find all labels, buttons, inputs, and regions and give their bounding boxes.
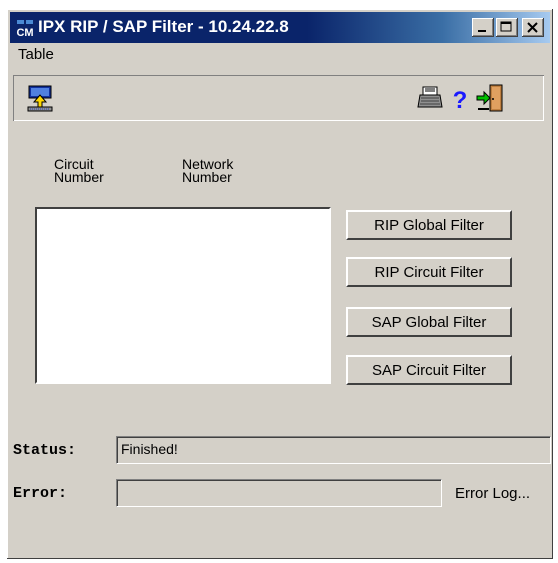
error-label: Error: [13, 485, 68, 502]
toolbar: ? [13, 75, 544, 121]
upload-button[interactable] [25, 83, 55, 113]
filter-list[interactable] [35, 207, 331, 384]
close-button[interactable] [522, 18, 544, 37]
exit-button[interactable] [475, 83, 505, 113]
svg-text:?: ? [453, 87, 468, 113]
help-icon: ? [453, 87, 468, 114]
column-header-line: Number [182, 169, 232, 185]
column-header-line: Number [54, 169, 104, 185]
minimize-button[interactable] [472, 18, 494, 37]
minimize-icon [478, 30, 486, 32]
printer-icon [417, 86, 443, 108]
window-title: IPX RIP / SAP Filter - 10.24.22.8 [38, 17, 289, 36]
menu-bar: Table [10, 45, 550, 67]
title-bar[interactable]: CM IPX RIP / SAP Filter - 10.24.22.8 [10, 12, 550, 43]
maximize-icon [500, 21, 512, 32]
error-field [116, 479, 442, 507]
sap-circuit-filter-button[interactable]: SAP Circuit Filter [346, 355, 512, 385]
rip-circuit-filter-button[interactable]: RIP Circuit Filter [346, 257, 512, 287]
menu-table[interactable]: Table [18, 46, 54, 63]
close-icon [527, 22, 538, 33]
help-button[interactable]: ? [445, 83, 475, 114]
maximize-button[interactable] [496, 18, 518, 37]
cm-app-icon: CM [15, 18, 35, 39]
sap-global-filter-button[interactable]: SAP Global Filter [346, 307, 512, 337]
svg-text:CM: CM [16, 27, 33, 39]
exit-door-icon [476, 84, 503, 112]
print-button[interactable] [415, 83, 445, 113]
app-window: CM IPX RIP / SAP Filter - 10.24.22.8 Tab… [7, 9, 553, 559]
error-log-link[interactable]: Error Log... [455, 485, 530, 502]
rip-global-filter-button[interactable]: RIP Global Filter [346, 210, 512, 240]
status-field: Finished! [116, 436, 551, 464]
column-header-network-number: Network Number [182, 157, 233, 185]
column-header-circuit-number: Circuit Number [54, 157, 104, 185]
upload-icon [27, 85, 53, 112]
status-label: Status: [13, 442, 77, 459]
